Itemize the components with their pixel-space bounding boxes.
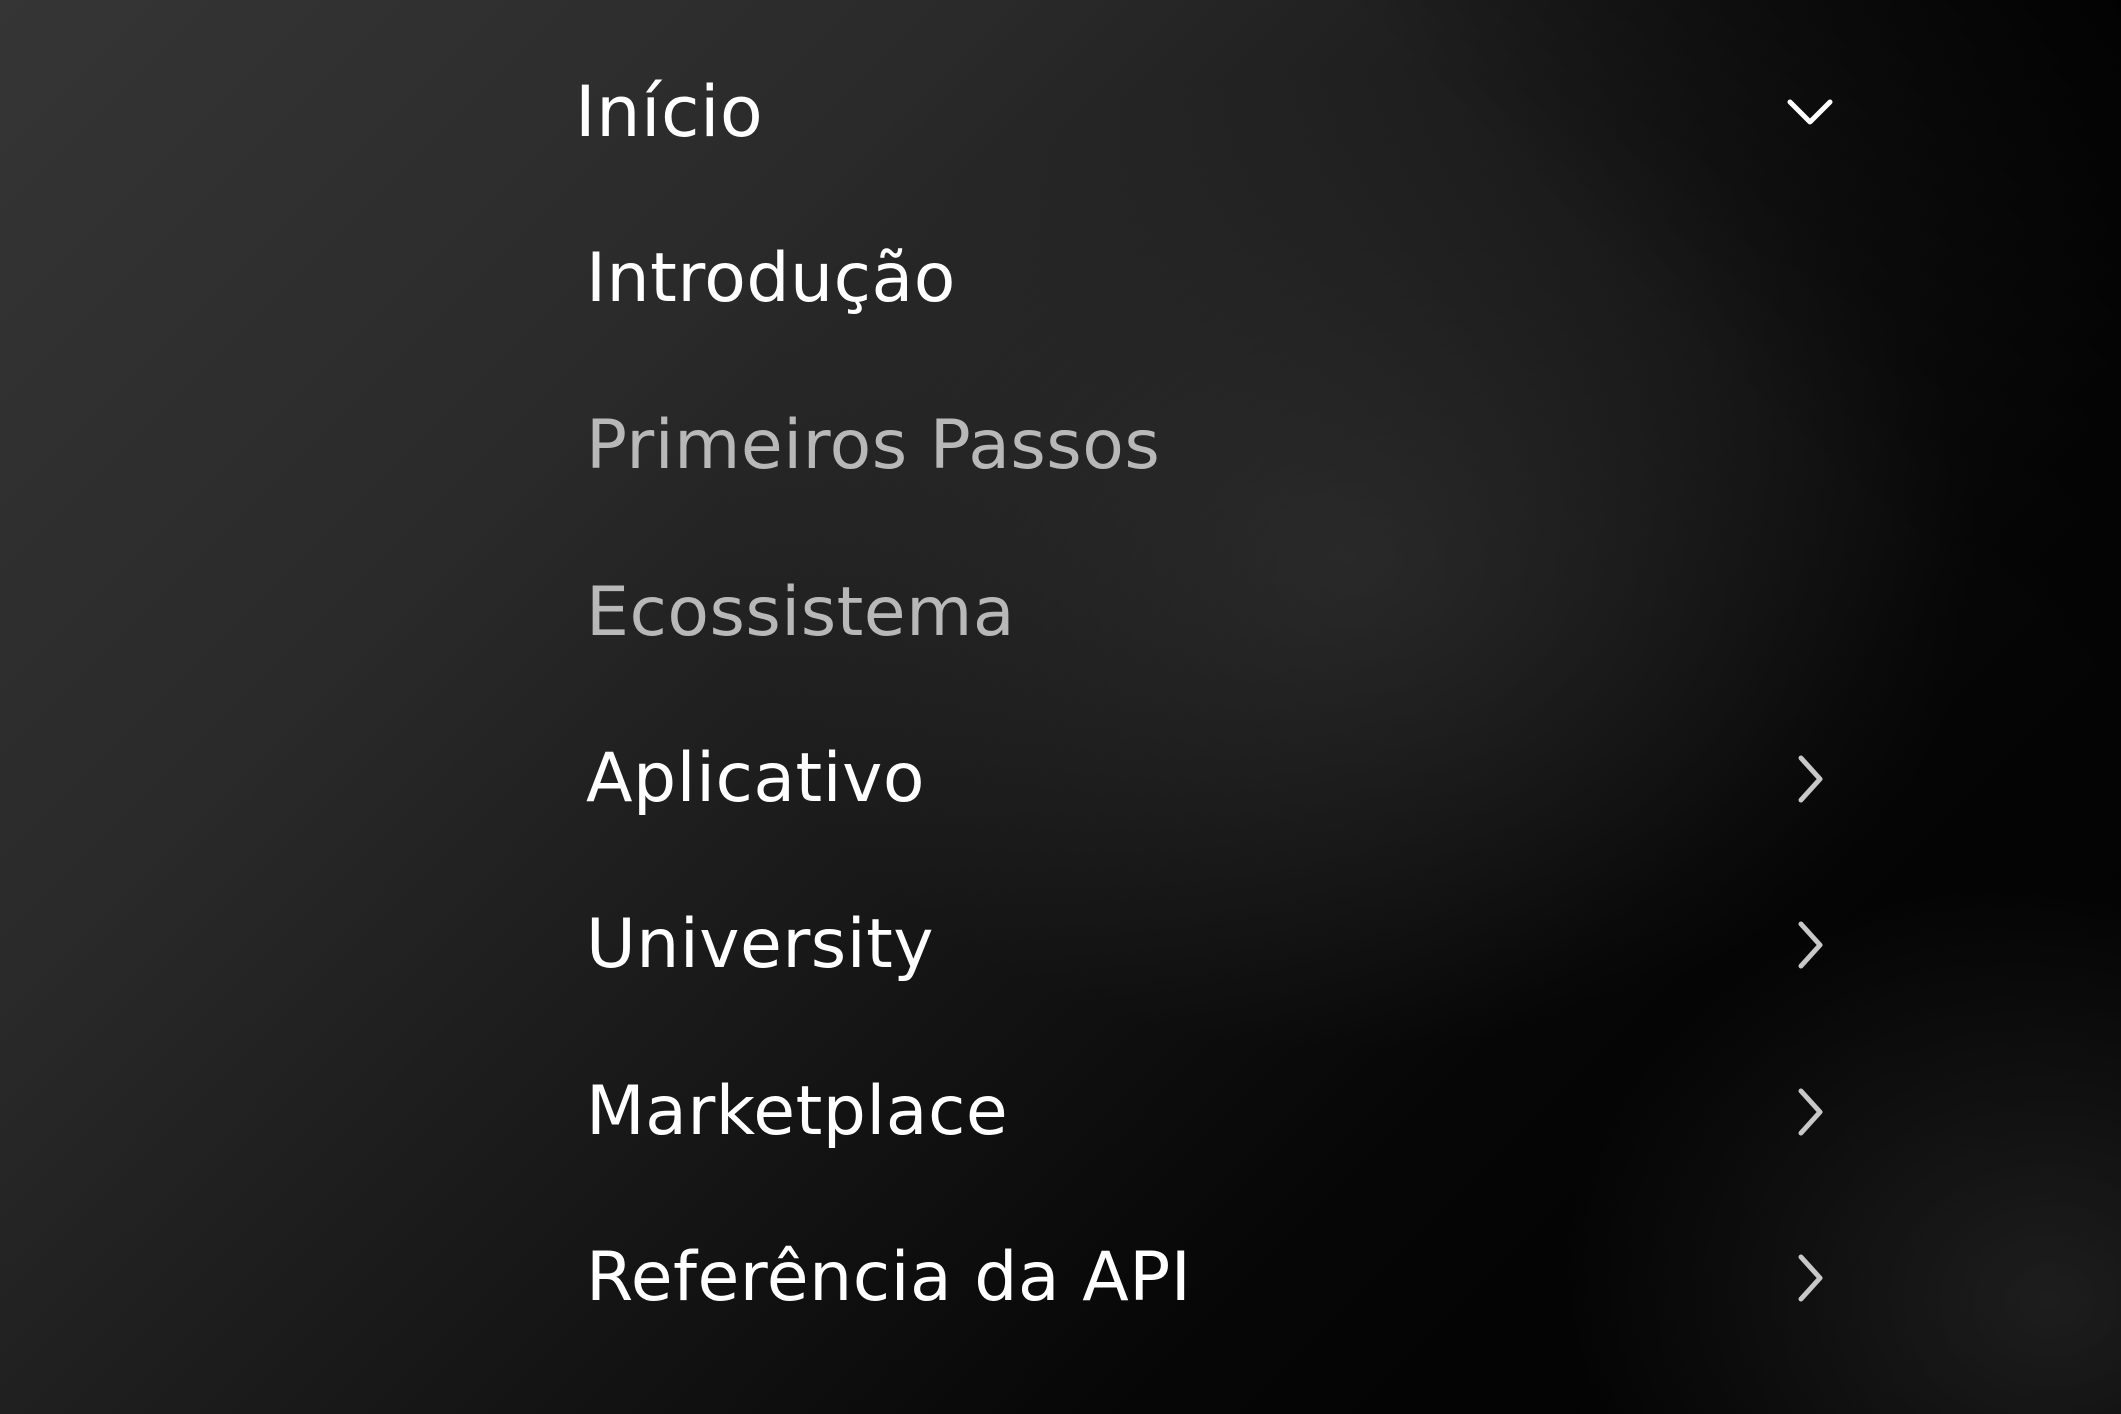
chevron-down-icon[interactable] [1785,87,1835,137]
menu-item-label: Primeiros Passos [586,406,1161,485]
menu-item-referencia-da-api[interactable]: Referência da API [586,1223,1835,1333]
chevron-right-icon[interactable] [1785,1253,1835,1303]
docs-navigation-menu: Início Introdução Primeiros Passos Ecoss… [0,0,2121,1414]
chevron-right-icon[interactable] [1785,920,1835,970]
menu-item-label: Marketplace [586,1072,1009,1151]
menu-item-introducao[interactable]: Introdução [586,224,1846,334]
menu-item-label: Referência da API [586,1238,1192,1317]
menu-item-ecossistema[interactable]: Ecossistema [586,558,1846,668]
menu-item-university[interactable]: University [586,890,1835,1000]
menu-item-label: University [586,905,935,984]
menu-item-label: Ecossistema [586,573,1016,652]
menu-item-aplicativo[interactable]: Aplicativo [586,724,1835,834]
chevron-right-icon[interactable] [1785,1087,1835,1137]
menu-item-label: Aplicativo [586,739,925,818]
menu-section-inicio[interactable]: Início [575,57,1835,167]
menu-item-primeiros-passos[interactable]: Primeiros Passos [586,391,1846,501]
menu-section-label: Início [575,71,764,153]
menu-item-label: Introdução [586,239,956,318]
chevron-right-icon[interactable] [1785,754,1835,804]
menu-item-marketplace[interactable]: Marketplace [586,1057,1835,1167]
